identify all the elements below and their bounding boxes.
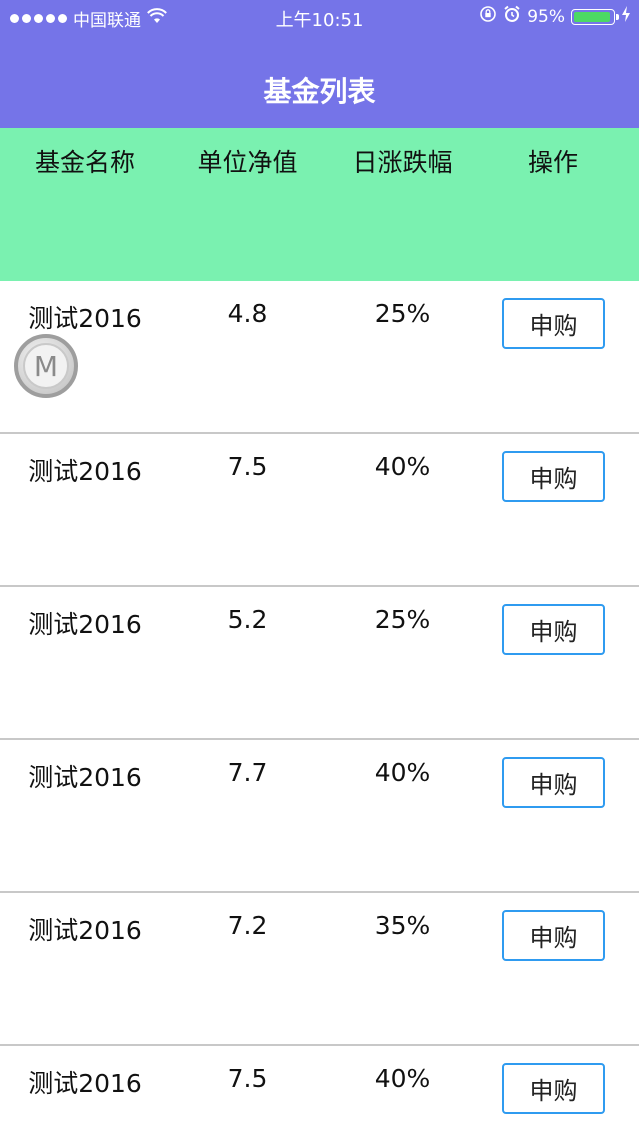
fund-nav-value: 7.5 <box>227 452 268 481</box>
fund-daily-change: 40% <box>374 452 431 481</box>
fund-nav-value: 5.2 <box>227 605 268 634</box>
floating-assistive-button[interactable]: M <box>14 334 78 398</box>
fund-nav-value: 4.8 <box>227 299 268 328</box>
table-row: 测试2016 7.2 35% 申购 <box>0 893 639 1046</box>
fund-daily-change: 25% <box>374 605 431 634</box>
buy-button[interactable]: 申购 <box>502 910 605 961</box>
top-bar: 中国联通 上午10:51 95% 基金列表 <box>0 0 639 128</box>
table-row: 测试2016 4.8 25% 申购 <box>0 281 639 434</box>
table-header: 基金名称 单位净值 日涨跌幅 操作 <box>0 128 639 281</box>
buy-button[interactable]: 申购 <box>502 1063 605 1114</box>
fund-daily-change: 25% <box>374 299 431 328</box>
table-row: 测试2016 7.5 40% 申购 <box>0 1046 639 1136</box>
fund-name: 测试2016 <box>28 304 142 333</box>
fund-name: 测试2016 <box>28 916 142 945</box>
rotation-lock-icon <box>479 5 497 28</box>
table-row: 测试2016 7.5 40% 申购 <box>0 434 639 587</box>
charging-icon <box>621 6 631 27</box>
column-header-change: 日涨跌幅 <box>352 148 453 177</box>
fund-daily-change: 35% <box>374 911 431 940</box>
fund-name: 测试2016 <box>28 763 142 792</box>
alarm-icon <box>503 5 521 28</box>
battery-percent: 95% <box>527 6 565 27</box>
page-title: 基金列表 <box>263 75 376 108</box>
fund-name: 测试2016 <box>28 457 142 486</box>
battery-icon <box>571 8 619 25</box>
buy-button[interactable]: 申购 <box>502 451 605 502</box>
fund-daily-change: 40% <box>374 758 431 787</box>
fund-name: 测试2016 <box>28 610 142 639</box>
column-header-name: 基金名称 <box>34 148 135 177</box>
buy-button[interactable]: 申购 <box>502 604 605 655</box>
fund-nav-value: 7.5 <box>227 1064 268 1093</box>
floating-button-label: M <box>23 343 69 389</box>
buy-button[interactable]: 申购 <box>502 757 605 808</box>
fund-nav-value: 7.2 <box>227 911 268 940</box>
fund-nav-value: 7.7 <box>227 758 268 787</box>
buy-button[interactable]: 申购 <box>502 298 605 349</box>
column-header-action: 操作 <box>527 148 578 177</box>
fund-daily-change: 40% <box>374 1064 431 1093</box>
status-bar: 中国联通 上午10:51 95% <box>0 0 639 34</box>
fund-name: 测试2016 <box>28 1069 142 1098</box>
table-row: 测试2016 7.7 40% 申购 <box>0 740 639 893</box>
table-row: 测试2016 5.2 25% 申购 <box>0 587 639 740</box>
status-right: 95% <box>479 5 631 28</box>
column-header-nav: 单位净值 <box>197 148 298 177</box>
